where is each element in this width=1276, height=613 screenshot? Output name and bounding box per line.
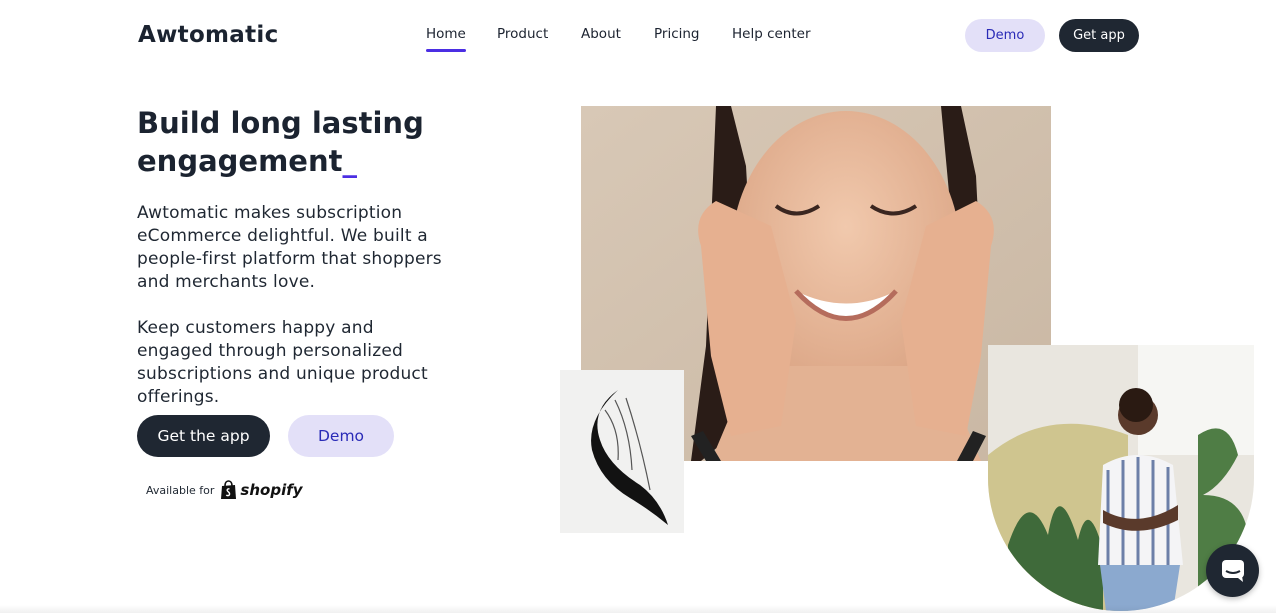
available-for-label: Available for — [146, 483, 215, 497]
shopify-logo[interactable]: shopify — [220, 480, 303, 500]
mascara-brush-stroke-photo — [560, 370, 684, 533]
shopping-bag-icon — [221, 480, 237, 499]
nav-item-pricing[interactable]: Pricing — [654, 26, 700, 42]
nav-item-product[interactable]: Product — [497, 26, 548, 42]
brush-stroke-illustration — [560, 370, 684, 533]
nav-item-help-center[interactable]: Help center — [732, 26, 811, 42]
hero-title-cursor: _ — [342, 144, 357, 178]
hero-title: Build long lasting engagement_ — [137, 104, 457, 180]
chat-button[interactable] — [1206, 544, 1259, 597]
hero-paragraph-2: Keep customers happy and engaged through… — [137, 318, 428, 407]
hero-title-text: Build long lasting engagement — [137, 106, 424, 178]
get-the-app-button[interactable]: Get the app — [137, 415, 270, 457]
awtomatic-logo[interactable]: Awtomatic — [138, 22, 279, 48]
shopify-wordmark: shopify — [240, 481, 303, 499]
get-app-button-header[interactable]: Get app — [1059, 19, 1139, 52]
bottom-edge-shadow — [0, 605, 1276, 613]
available-for-shopify: Available for shopify — [146, 480, 303, 500]
chat-icon — [1221, 559, 1244, 582]
top-navigation: Awtomatic Home Product About Pricing Hel… — [0, 0, 1276, 70]
demo-button-header[interactable]: Demo — [965, 19, 1045, 52]
nav-item-about[interactable]: About — [581, 26, 621, 42]
nav-item-home[interactable]: Home — [426, 26, 466, 52]
hero-paragraph-1: Awtomatic makes subscription eCommerce d… — [137, 203, 442, 292]
demo-button[interactable]: Demo — [288, 415, 394, 457]
